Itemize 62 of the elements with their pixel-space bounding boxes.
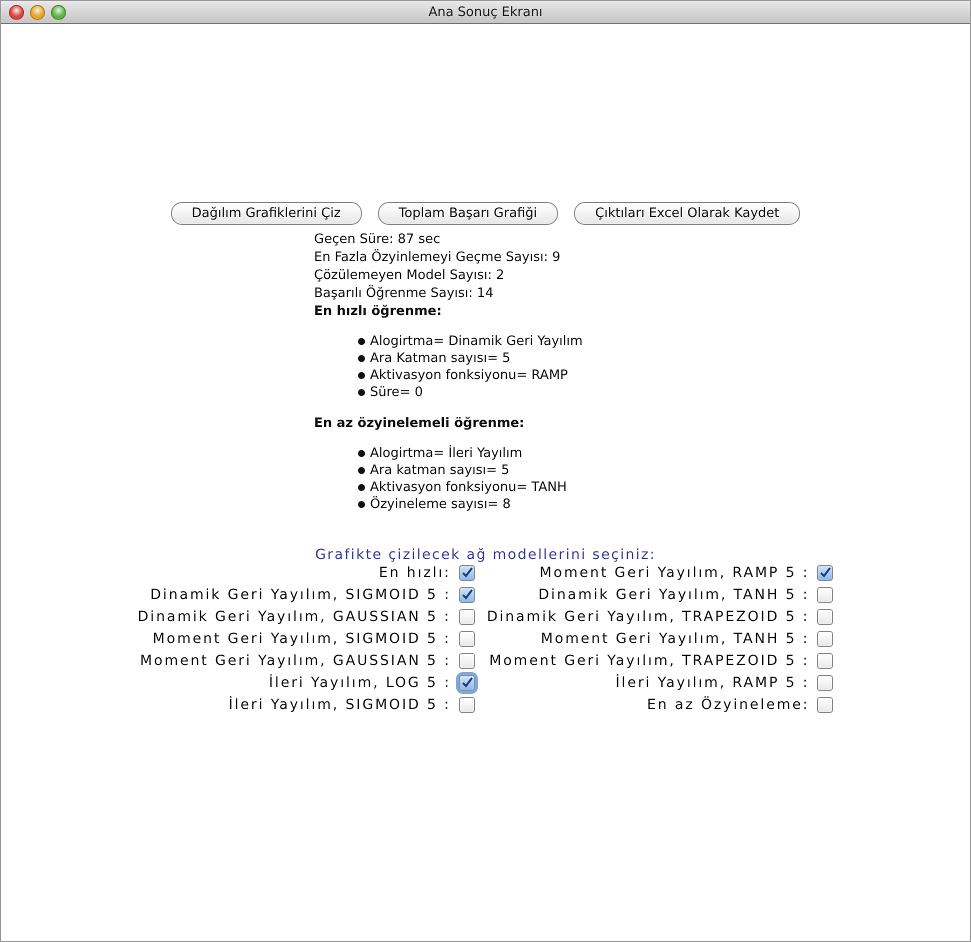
checkbox-label: En az Özyineleme: [647,697,810,713]
checkbox[interactable] [458,587,475,603]
bullet-icon [358,355,365,362]
checkbox-label: İleri Yayılım, LOG 5 : [268,675,451,691]
window-title: Ana Sonuç Ekranı [428,4,543,20]
checkbox-label: Moment Geri Yayılım, TRAPEZOID 5 : [489,653,810,669]
bullet-icon [358,467,365,474]
bullet-icon [358,484,365,491]
checkbox-label: Moment Geri Yayılım, GAUSSIAN 5 : [140,653,451,669]
action-button[interactable]: Toplam Başarı Grafiği [378,202,558,225]
checkbox[interactable] [458,675,475,691]
list-item-text: Alogirtma= İleri Yayılım [370,445,522,462]
checkbox-label: Dinamik Geri Yayılım, GAUSSIAN 5 : [138,609,451,625]
check-icon [460,589,473,601]
checkbox-label: Moment Geri Yayılım, SIGMOID 5 : [152,631,451,647]
stat-text: Başarılı Öğrenme Sayısı: 14 [314,285,494,303]
checkbox[interactable] [458,631,475,647]
action-button[interactable]: Çıktıları Excel Olarak Kaydet [574,202,800,225]
list-item-text: Özyineleme sayısı= 8 [370,496,511,513]
minimize-button[interactable] [30,4,45,20]
checkbox[interactable] [817,587,834,603]
list-item-text: Alogirtma= Dinamik Geri Yayılım [370,333,583,350]
check-icon [819,567,832,579]
list-item-text: Ara katman sayısı= 5 [370,462,510,479]
checkbox[interactable] [458,565,475,581]
checkbox[interactable] [817,565,834,581]
checkbox[interactable] [817,653,834,669]
checkbox[interactable] [817,631,834,647]
list-item-text: Süre= 0 [370,384,423,401]
section-heading: En hızlı öğrenme: [314,303,443,321]
checkbox-label: Dinamik Geri Yayılım, SIGMOID 5 : [150,587,451,603]
checkbox-label: Moment Geri Yayılım, TANH 5 : [540,631,810,647]
list-item-text: Ara Katman sayısı= 5 [370,350,510,367]
list-item-text: Aktivasyon fonksiyonu= TANH [370,479,567,496]
list-item-text: Aktivasyon fonksiyonu= RAMP [370,367,568,384]
checkbox[interactable] [817,697,834,713]
close-button[interactable] [9,4,24,20]
bullet-icon [358,389,365,396]
checkbox[interactable] [817,675,834,691]
checkbox-label: İleri Yayılım, SIGMOID 5 : [228,697,451,713]
stat-text: Çözülemeyen Model Sayısı: 2 [314,267,506,285]
checkbox-label: İleri Yayılım, RAMP 5 : [616,675,810,691]
bullet-icon [358,372,365,379]
zoom-button[interactable] [51,4,66,20]
bullet-icon [358,450,365,457]
stat-text: En Fazla Özyinlemeyi Geçme Sayısı: 9 [314,249,562,267]
checkbox[interactable] [458,609,475,625]
check-icon [460,567,473,579]
action-button[interactable]: Dağılım Grafiklerini Çiz [170,202,362,225]
checkbox[interactable] [458,697,475,713]
bullet-icon [358,501,365,508]
selection-title: Grafikte çizilecek ağ modellerini seçiniz: [315,546,656,565]
checkbox-label: Dinamik Geri Yayılım, TANH 5 : [538,587,810,603]
checkbox-label: Dinamik Geri Yayılım, TRAPEZOID 5 : [486,609,810,625]
checkbox-label: Moment Geri Yayılım, RAMP 5 : [540,565,810,581]
check-icon [460,677,473,689]
checkbox-label: En hızlı: [378,565,451,581]
checkbox[interactable] [458,653,475,669]
stat-text: Geçen Süre: 87 sec [314,231,442,249]
section-heading: En az özyinelemeli öğrenme: [314,415,526,433]
bullet-icon [358,338,365,345]
checkbox[interactable] [817,609,834,625]
